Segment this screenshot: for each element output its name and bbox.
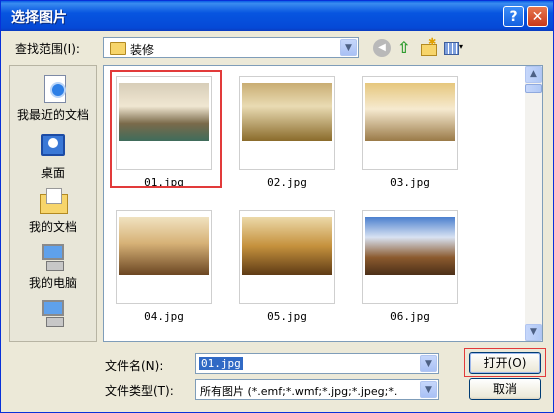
place-my-computer[interactable]: 我的电脑 (10, 242, 96, 291)
look-in-label: 查找范围(I): (15, 42, 80, 56)
thumbnail-image (242, 217, 332, 275)
my-computer-icon (38, 242, 68, 272)
file-name-input[interactable]: 01.jpg ▼ (195, 353, 439, 374)
file-name: 06.jpg (390, 310, 430, 323)
place-label: 我的文档 (28, 220, 77, 234)
file-name: 03.jpg (390, 176, 430, 189)
thumbnail-image (119, 217, 209, 275)
scroll-thumb[interactable] (525, 84, 542, 93)
folder-icon (110, 42, 126, 55)
views-icon (444, 42, 459, 55)
place-network[interactable] (10, 298, 96, 328)
back-button[interactable]: ◀ (373, 39, 391, 57)
file-name-value: 01.jpg (199, 357, 243, 370)
places-bar: 我最近的文档 桌面 我的文档 我的电脑 (9, 65, 97, 342)
my-documents-icon (38, 186, 68, 216)
file-tile[interactable]: 02.jpg (235, 72, 347, 190)
desktop-icon (38, 132, 68, 162)
look-in-dropdown[interactable]: 装修 ▼ (103, 37, 359, 58)
recent-documents-icon (38, 74, 68, 104)
file-tile[interactable]: 05.jpg (235, 206, 347, 324)
views-dropdown-icon: ▾ (459, 42, 464, 51)
file-name-label: 文件名(N): (105, 359, 164, 373)
vertical-scrollbar[interactable]: ▲ ▼ (525, 66, 542, 341)
look-in-value: 装修 (130, 43, 155, 57)
close-button[interactable]: ✕ (527, 6, 548, 27)
place-label: 我的电脑 (28, 276, 77, 290)
new-folder-button[interactable]: ✱ (419, 37, 437, 57)
chevron-down-icon[interactable]: ▼ (420, 355, 437, 372)
file-tile[interactable]: 06.jpg (358, 206, 470, 324)
place-my-documents[interactable]: 我的文档 (10, 186, 96, 235)
up-folder-icon: ⇧ (397, 38, 411, 57)
scroll-down-button[interactable]: ▼ (525, 324, 542, 341)
chevron-down-icon[interactable]: ▼ (340, 39, 357, 56)
file-type-value: 所有图片 (*.emf;*.wmf;*.jpg;*.jpeg;*. (200, 385, 398, 398)
thumbnail-image (365, 83, 455, 141)
file-tile[interactable]: 03.jpg (358, 72, 470, 190)
place-desktop[interactable]: 桌面 (10, 132, 96, 181)
views-menu-button[interactable]: ▾ (443, 39, 467, 57)
thumbnail-image (365, 217, 455, 275)
back-arrow-icon: ◀ (378, 42, 386, 53)
selection-outline (110, 70, 222, 188)
scroll-up-button[interactable]: ▲ (525, 66, 542, 83)
up-one-level-button[interactable]: ⇧ (397, 39, 415, 57)
dialog-title: 选择图片 (11, 10, 67, 26)
cancel-button[interactable]: 取消 (469, 378, 541, 400)
place-recent-documents[interactable]: 我最近的文档 (10, 74, 96, 123)
help-button[interactable]: ? (503, 6, 524, 27)
title-bar[interactable]: 选择图片 ? ✕ (1, 1, 553, 31)
file-tile[interactable]: 04.jpg (112, 206, 224, 324)
file-tile[interactable]: 01.jpg (110, 70, 224, 190)
file-name: 04.jpg (144, 310, 184, 323)
select-picture-dialog: 选择图片 ? ✕ 查找范围(I): 装修 ▼ ◀ ⇧ ✱ ▾ 我最近的文档 桌面… (0, 0, 554, 413)
thumbnail-image (242, 83, 332, 141)
file-name: 05.jpg (267, 310, 307, 323)
file-name: 02.jpg (267, 176, 307, 189)
place-label: 我最近的文档 (16, 108, 89, 122)
open-button[interactable]: 打开(O) (469, 352, 541, 374)
chevron-down-icon[interactable]: ▼ (420, 381, 437, 398)
file-list[interactable]: 01.jpg 02.jpg 03.jpg 04.jpg 05.jpg 06.jp… (103, 65, 543, 342)
file-type-dropdown[interactable]: 所有图片 (*.emf;*.wmf;*.jpg;*.jpeg;*. ▼ (195, 379, 439, 400)
place-label: 桌面 (40, 166, 65, 180)
file-type-label: 文件类型(T): (105, 384, 174, 398)
network-places-icon (38, 298, 68, 328)
